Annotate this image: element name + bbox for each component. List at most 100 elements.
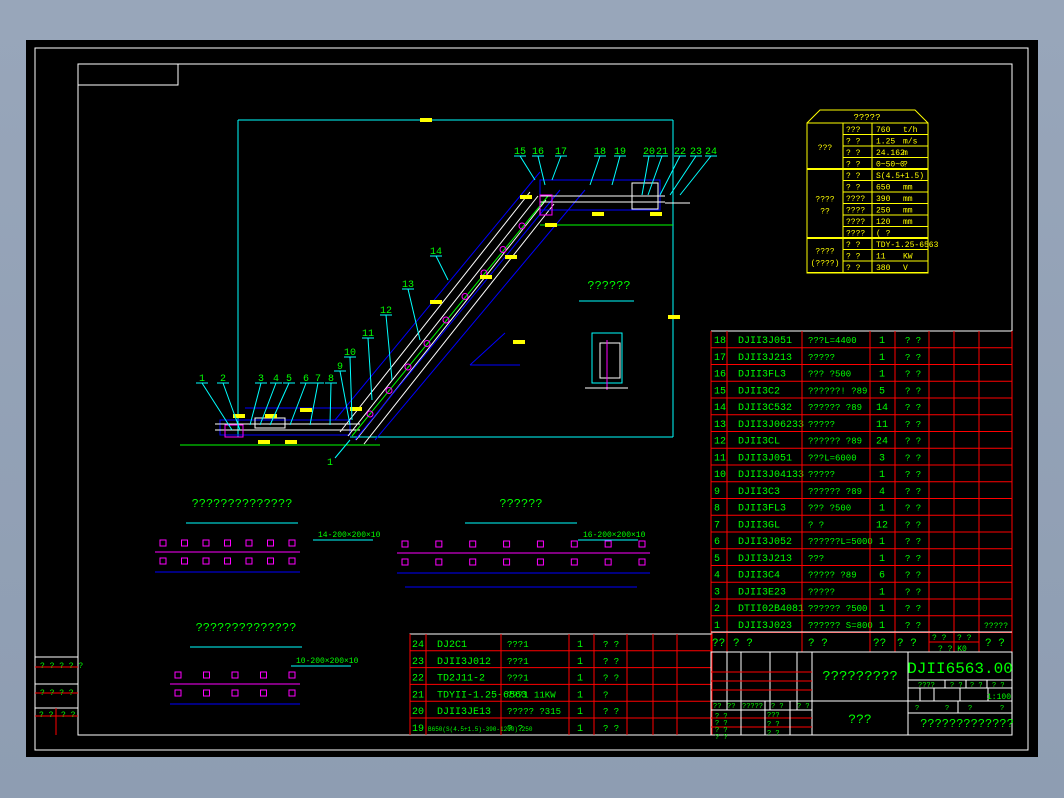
callout-number: 1: [327, 458, 333, 469]
part-qty: 1: [577, 657, 583, 668]
part-material: ? ?: [905, 520, 921, 530]
part-material: ? ?: [905, 420, 921, 430]
tb-sign-label: ? ?: [767, 730, 780, 738]
part-name: ?????? ?89: [808, 487, 862, 497]
part-qty: 1: [879, 587, 885, 598]
dimension-text: [592, 212, 604, 216]
part-number: 1: [714, 621, 720, 632]
part-qty: 1: [879, 336, 885, 347]
part-code: DJ2C1: [437, 640, 467, 651]
dimension-text: [668, 315, 680, 319]
part-name: ???1: [507, 657, 529, 667]
part-code: DJII3J051: [738, 336, 792, 347]
part-material: ? ?: [603, 674, 619, 684]
part-name: ?????? ?89: [808, 437, 862, 447]
part-number: 9: [714, 487, 720, 498]
part-qty: 1: [879, 370, 885, 381]
spec-param-name: ? ?: [846, 149, 861, 158]
part-qty: 1: [879, 470, 885, 481]
anchor-spec-label: 16-200×200×10: [583, 531, 646, 540]
part-qty: 1: [577, 674, 583, 685]
anchor-spec-label: 14-200×200×10: [318, 531, 381, 540]
part-name: ? ?: [507, 724, 523, 734]
spec-title: ?????: [853, 113, 880, 123]
header-remark: ? ?: [985, 638, 1005, 650]
tb-label: ??: [713, 703, 721, 711]
tb-stage-label: ? ?: [992, 682, 1005, 690]
dimension-text: [545, 223, 557, 227]
part-material: ? ?: [603, 724, 619, 734]
part-qty: 1: [879, 604, 885, 615]
part-number: 5: [714, 554, 720, 565]
part-name: ???: [808, 554, 824, 564]
header-name: ? ?: [808, 638, 828, 650]
part-material: ? ?: [905, 453, 921, 463]
part-number: 24: [412, 640, 424, 651]
spec-param-name: ? ?: [846, 253, 861, 262]
part-number: 6: [714, 537, 720, 548]
part-material: ? ?: [905, 537, 921, 547]
part-material: ?: [603, 690, 608, 700]
spec-param-unit: t/h: [903, 126, 918, 135]
part-code: DJII3C2: [738, 386, 780, 397]
part-material: ? ?: [905, 437, 921, 447]
part-qty: 1: [577, 724, 583, 735]
part-qty: 1: [879, 537, 885, 548]
part-material: ? ?: [905, 571, 921, 581]
tb-sheet-label: ?: [968, 705, 972, 713]
dimension-text: [505, 255, 517, 259]
spec-param-name: ????: [846, 218, 865, 227]
dimension-text: [300, 408, 312, 412]
part-name: ???1: [507, 640, 529, 650]
margin-label: ? ? ? ?: [40, 689, 74, 698]
part-name: ???L=6000: [808, 453, 857, 463]
part-qty: 14: [876, 403, 888, 414]
part-code: DJII3J213: [738, 554, 792, 565]
margin-label: ? ?: [61, 711, 76, 720]
part-code: DJII3C532: [738, 403, 792, 414]
spec-param-name: ? ?: [846, 138, 861, 147]
part-material: ? ?: [603, 657, 619, 667]
part-code: DJII3J052: [738, 537, 792, 548]
anchor-spec-label: 10-200×200×10: [296, 657, 359, 666]
spec-param-unit: m/s: [903, 138, 918, 147]
part-number: 8: [714, 504, 720, 515]
part-code: DJII3GL: [738, 520, 780, 531]
part-code: DJII3J213: [738, 353, 792, 364]
part-qty: 3: [879, 453, 885, 464]
spec-param-value: 380: [876, 264, 891, 273]
spec-param-name: ? ?: [846, 264, 861, 273]
spec-param-unit: V: [903, 264, 908, 273]
margin-label: ? ? ? ? ?: [40, 662, 83, 671]
spec-param-value: 650: [876, 184, 891, 193]
part-code: DJII3C4: [738, 571, 780, 582]
company-name: ???: [848, 712, 871, 727]
spec-param-unit: KW: [903, 253, 913, 262]
part-qty: 1: [879, 554, 885, 565]
part-number: 18: [714, 336, 726, 347]
tb-label: ??: [727, 703, 735, 711]
part-number: 7: [714, 520, 720, 531]
spec-param-name: ????: [846, 207, 865, 216]
tb-sheet-label: ?: [1000, 705, 1004, 713]
dimension-text: [513, 340, 525, 344]
spec-param-unit: m: [903, 149, 908, 158]
part-material: ? ?: [905, 604, 921, 614]
part-material: ? ?: [905, 353, 921, 363]
part-material: ? ?: [603, 707, 619, 717]
part-code: DJII3FL3: [738, 370, 786, 381]
part-code: DJII3J04133: [738, 470, 804, 481]
spec-group-label: ????: [815, 196, 834, 205]
header-qty: ??: [873, 638, 886, 650]
spec-group-label: (????): [811, 259, 840, 268]
spec-param-value: 390: [876, 195, 891, 204]
part-material: ? ?: [905, 370, 921, 380]
spec-param-value: 24.162: [876, 149, 905, 158]
spec-param-unit: mm: [903, 195, 913, 204]
part-qty: 11: [876, 420, 888, 431]
spec-param-value: 760: [876, 126, 891, 135]
tb-stage-label: ? ?: [950, 682, 963, 690]
part-name: ???L=4400: [808, 336, 857, 346]
dimension-text: [285, 440, 297, 444]
part-code: DJII3J023: [738, 621, 792, 632]
